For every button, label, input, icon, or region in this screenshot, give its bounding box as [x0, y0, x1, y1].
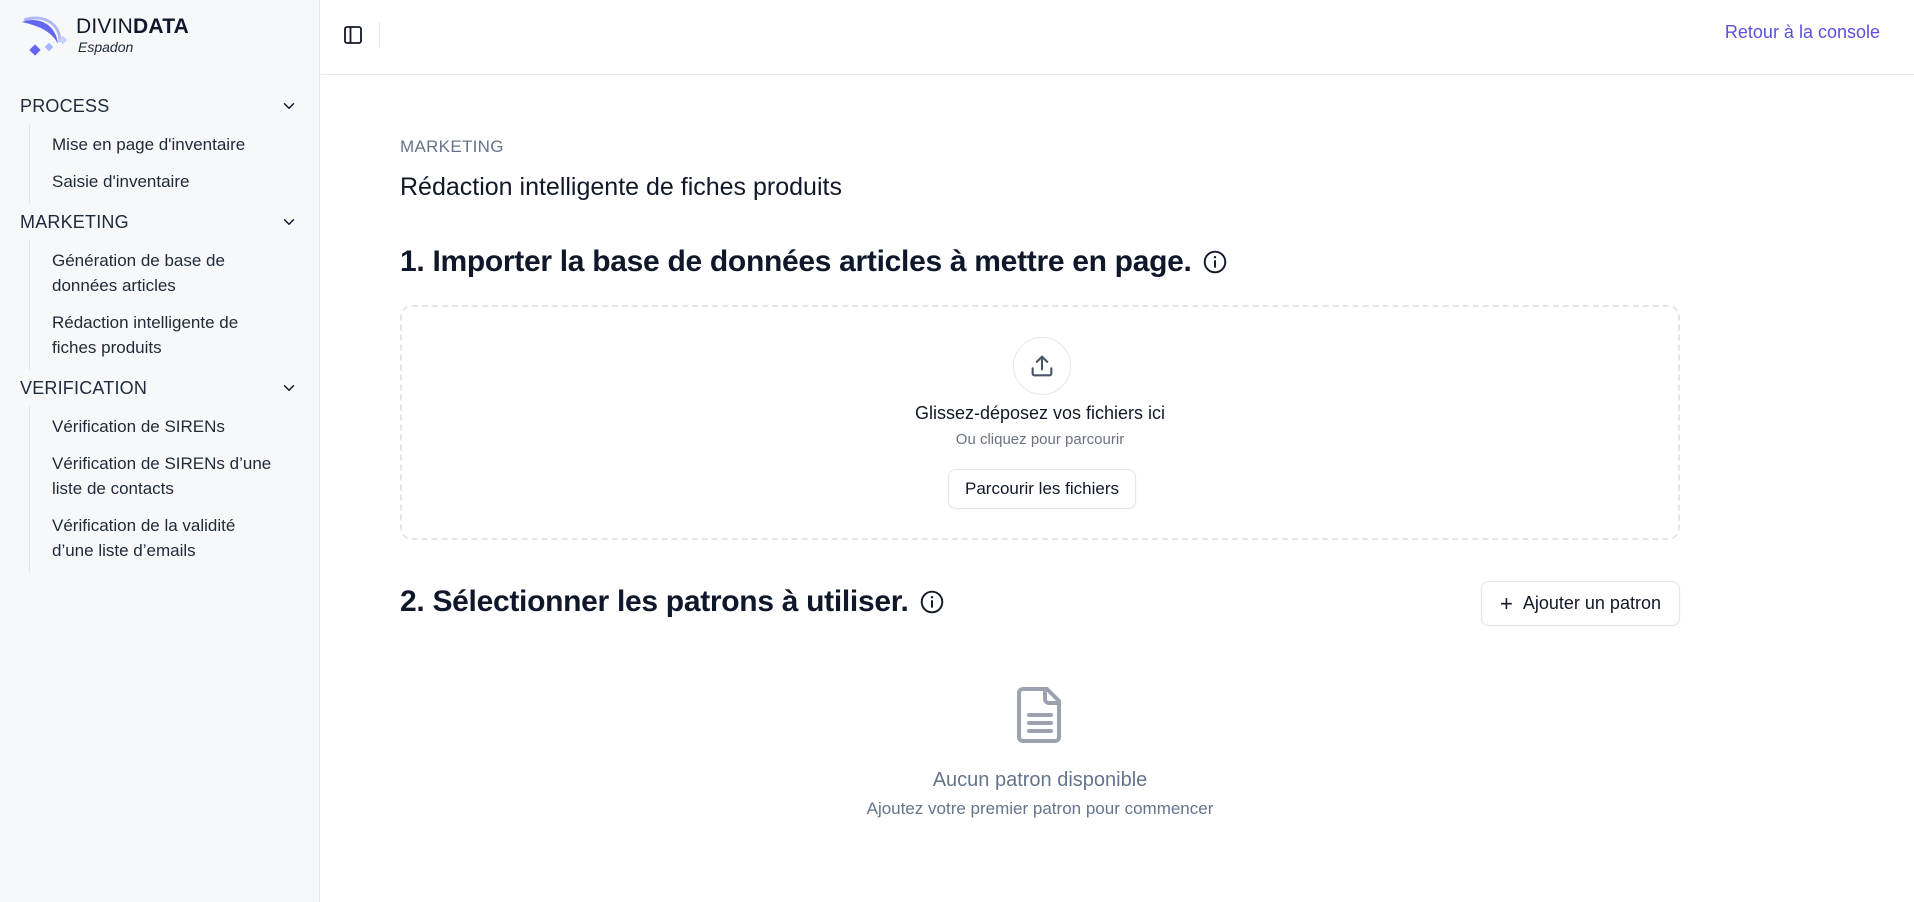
info-icon[interactable]: [919, 589, 945, 615]
empty-state-title: Aucun patron disponible: [932, 769, 1148, 791]
sidebar-item-saisie-inventaire[interactable]: Saisie d'inventaire: [52, 163, 272, 200]
nav-section-toggle-process[interactable]: PROCESS: [0, 88, 320, 124]
sidebar-toggle-icon: [344, 26, 362, 44]
sidebar-nav: PROCESS Mise en page d'inventaire Saisie…: [0, 88, 320, 573]
step2-heading: 2. Sélectionner les patrons à utiliser.: [400, 585, 945, 619]
brand-name-part1: DIVIN: [76, 15, 134, 38]
add-template-label: Ajouter un patron: [1522, 593, 1661, 613]
chevron-down-icon: [283, 219, 295, 225]
nav-section-title: VERIFICATION: [20, 377, 148, 398]
step2-title: 2. Sélectionner les patrons à utiliser.: [400, 585, 909, 618]
info-icon[interactable]: [1202, 249, 1228, 275]
nav-section-marketing: MARKETING Génération de base de données …: [0, 204, 320, 370]
dropzone-subtitle: Ou cliquez pour parcourir: [955, 431, 1125, 448]
nav-section-toggle-marketing[interactable]: MARKETING: [0, 204, 320, 240]
sidebar-item-verification-emails[interactable]: Vérification de la validité d’une liste …: [52, 507, 272, 569]
top-bar: Retour à la console: [321, 0, 1914, 75]
nav-section-toggle-verification[interactable]: VERIFICATION: [0, 370, 320, 406]
sidebar-item-mise-en-page[interactable]: Mise en page d'inventaire: [52, 126, 272, 163]
document-icon: [1017, 687, 1061, 743]
browse-files-button[interactable]: Parcourir les fichiers: [948, 469, 1136, 509]
breadcrumb-category: MARKETING: [400, 137, 504, 156]
file-dropzone[interactable]: Glissez-déposez vos fichiers ici Ou cliq…: [400, 305, 1680, 540]
nav-section-process: PROCESS Mise en page d'inventaire Saisie…: [0, 88, 320, 204]
sidebar-toggle-button[interactable]: [341, 23, 365, 47]
sidebar-item-verification-sirens-contacts[interactable]: Vérification de SIRENs d’une liste de co…: [52, 445, 272, 507]
empty-state-subtitle: Ajoutez votre premier patron pour commen…: [866, 799, 1214, 818]
step1-title: 1. Importer la base de données articles …: [400, 245, 1192, 278]
topbar-divider: [379, 22, 380, 48]
plus-icon: +: [1500, 590, 1513, 616]
chevron-down-icon: [283, 385, 295, 391]
sidebar: DIVINDATA Espadon PROCESS Mise en page d…: [0, 0, 320, 902]
page-title: Rédaction intelligente de fiches produit…: [400, 173, 842, 201]
upload-icon: [1031, 355, 1053, 377]
step1-heading: 1. Importer la base de données articles …: [400, 245, 1228, 279]
brand-name-part2: DATA: [133, 15, 190, 38]
brand-logo-icon: [20, 14, 68, 58]
sidebar-item-redaction-fiches[interactable]: Rédaction intelligente de fiches produit…: [52, 304, 272, 366]
brand[interactable]: DIVINDATA Espadon: [20, 14, 189, 58]
upload-icon-wrapper: [1013, 337, 1071, 395]
sidebar-item-generation-base[interactable]: Génération de base de données articles: [52, 242, 272, 304]
nav-section-title: PROCESS: [20, 95, 110, 116]
chevron-down-icon: [283, 103, 295, 109]
back-to-console-link[interactable]: Retour à la console: [1725, 22, 1880, 43]
add-template-button[interactable]: + Ajouter un patron: [1481, 581, 1680, 626]
dropzone-title: Glissez-déposez vos fichiers ici: [914, 403, 1166, 423]
sidebar-item-verification-sirens[interactable]: Vérification de SIRENs: [52, 408, 272, 445]
brand-subtitle: Espadon: [78, 39, 134, 55]
brand-name: DIVINDATA: [76, 16, 189, 38]
nav-section-verification: VERIFICATION Vérification de SIRENs Véri…: [0, 370, 320, 573]
nav-section-title: MARKETING: [20, 211, 129, 232]
